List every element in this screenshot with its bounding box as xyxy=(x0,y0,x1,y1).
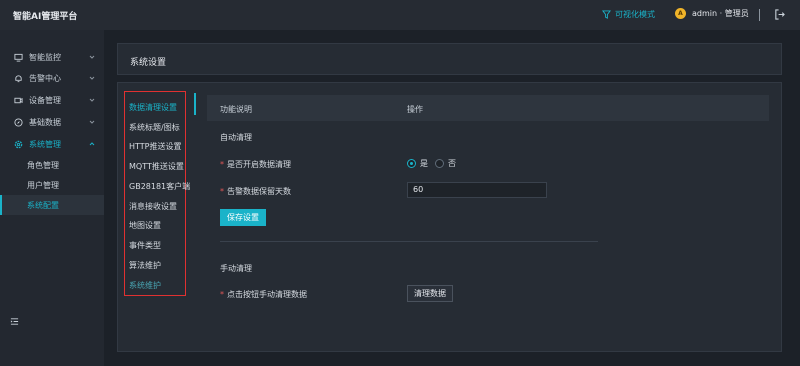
bell-icon xyxy=(13,73,23,83)
sidebar-item-label: 设备管理 xyxy=(29,95,61,105)
tab-map-settings[interactable]: 地图设置 xyxy=(129,220,161,231)
sidebar-item-device[interactable]: 设备管理 xyxy=(0,90,104,110)
field-label-manual-cleanup: * 点击按钮手动清理数据 xyxy=(220,289,307,300)
required-mark: * xyxy=(220,290,224,299)
retention-days-input[interactable]: 60 xyxy=(407,182,547,198)
camera-icon xyxy=(13,95,23,105)
tab-event-types[interactable]: 事件类型 xyxy=(129,240,161,251)
visual-mode-label: 可视化模式 xyxy=(615,10,655,19)
page-title: 系统设置 xyxy=(130,58,167,68)
tab-algorithm[interactable]: 算法维护 xyxy=(129,260,161,271)
radio-dot xyxy=(435,159,444,168)
menu-fold-icon xyxy=(10,318,19,325)
top-bar: 智能AI管理平台 可视化模式 A admin · 管理员 xyxy=(0,0,800,30)
tab-system-maintenance[interactable]: 系统维护 xyxy=(129,280,161,291)
sidebar-item-monitor[interactable]: 智能监控 xyxy=(0,47,104,67)
radio-yes[interactable]: 是 xyxy=(407,158,428,169)
user-menu[interactable]: A admin · 管理员 xyxy=(675,8,749,19)
sidebar-subitem-system-config[interactable]: 系统配置 xyxy=(0,195,104,215)
collapse-sidebar-button[interactable] xyxy=(10,317,19,328)
clean-data-button[interactable]: 清理数据 xyxy=(407,285,453,302)
sidebar-item-label: 基础数据 xyxy=(29,117,61,127)
active-tab-indicator xyxy=(194,93,196,115)
sidebar-item-alarm[interactable]: 告警中心 xyxy=(0,68,104,88)
field-label-text: 是否开启数据清理 xyxy=(227,160,291,169)
sidebar-subitem-roles[interactable]: 角色管理 xyxy=(0,155,104,175)
page-header: 系统设置 xyxy=(117,43,782,75)
logout-icon xyxy=(775,9,785,20)
radio-dot-checked xyxy=(407,159,416,168)
tab-http-push[interactable]: HTTP推送设置 xyxy=(129,141,181,152)
column-header-description: 功能说明 xyxy=(220,105,252,114)
required-mark: * xyxy=(220,160,224,169)
chevron-down-icon xyxy=(89,76,95,80)
tab-gb28181[interactable]: GB28181客户端 xyxy=(129,181,190,192)
sidebar-item-label: 智能监控 xyxy=(29,52,61,62)
sidebar-item-label: 系统管理 xyxy=(29,139,61,149)
chevron-down-icon xyxy=(89,120,95,124)
top-divider xyxy=(759,9,760,21)
sidebar-item-basic-data[interactable]: 基础数据 xyxy=(0,112,104,132)
compass-icon xyxy=(13,117,23,127)
chevron-up-icon xyxy=(89,142,95,146)
tab-mqtt-push[interactable]: MQTT推送设置 xyxy=(129,161,184,172)
gear-icon xyxy=(13,139,23,149)
chevron-down-icon xyxy=(89,55,95,59)
field-label-text: 告警数据保留天数 xyxy=(227,187,291,196)
section-manual-cleanup: 手动清理 xyxy=(220,264,252,273)
chevron-down-icon xyxy=(89,98,95,102)
radio-no[interactable]: 否 xyxy=(435,158,456,169)
monitor-icon xyxy=(13,52,23,62)
section-divider xyxy=(220,241,598,242)
radio-label: 是 xyxy=(420,159,428,168)
radio-label: 否 xyxy=(448,159,456,168)
app-title: 智能AI管理平台 xyxy=(13,12,78,22)
sidebar-item-system[interactable]: 系统管理 xyxy=(0,134,104,154)
sidebar-item-label: 告警中心 xyxy=(29,73,61,83)
tab-data-cleanup[interactable]: 数据清理设置 xyxy=(129,102,177,113)
save-settings-button[interactable]: 保存设置 xyxy=(220,209,266,226)
field-label-enable-cleanup: * 是否开启数据清理 xyxy=(220,159,291,170)
required-mark: * xyxy=(220,187,224,196)
field-label-text: 点击按钮手动清理数据 xyxy=(227,290,307,299)
avatar: A xyxy=(675,8,686,19)
column-header-operation: 操作 xyxy=(407,105,423,114)
tab-message-receive[interactable]: 消息接收设置 xyxy=(129,201,177,212)
table-header: 功能说明 操作 xyxy=(207,95,769,121)
sidebar-subitem-users[interactable]: 用户管理 xyxy=(0,175,104,195)
user-label: admin · 管理员 xyxy=(692,9,749,18)
logout-button[interactable] xyxy=(774,9,785,22)
field-label-retention-days: * 告警数据保留天数 xyxy=(220,186,291,197)
settings-panel xyxy=(117,82,782,352)
section-auto-cleanup: 自动清理 xyxy=(220,133,252,142)
tab-system-title[interactable]: 系统标题/图标 xyxy=(129,122,180,133)
visual-mode-button[interactable]: 可视化模式 xyxy=(602,9,655,20)
filter-icon xyxy=(602,10,611,19)
